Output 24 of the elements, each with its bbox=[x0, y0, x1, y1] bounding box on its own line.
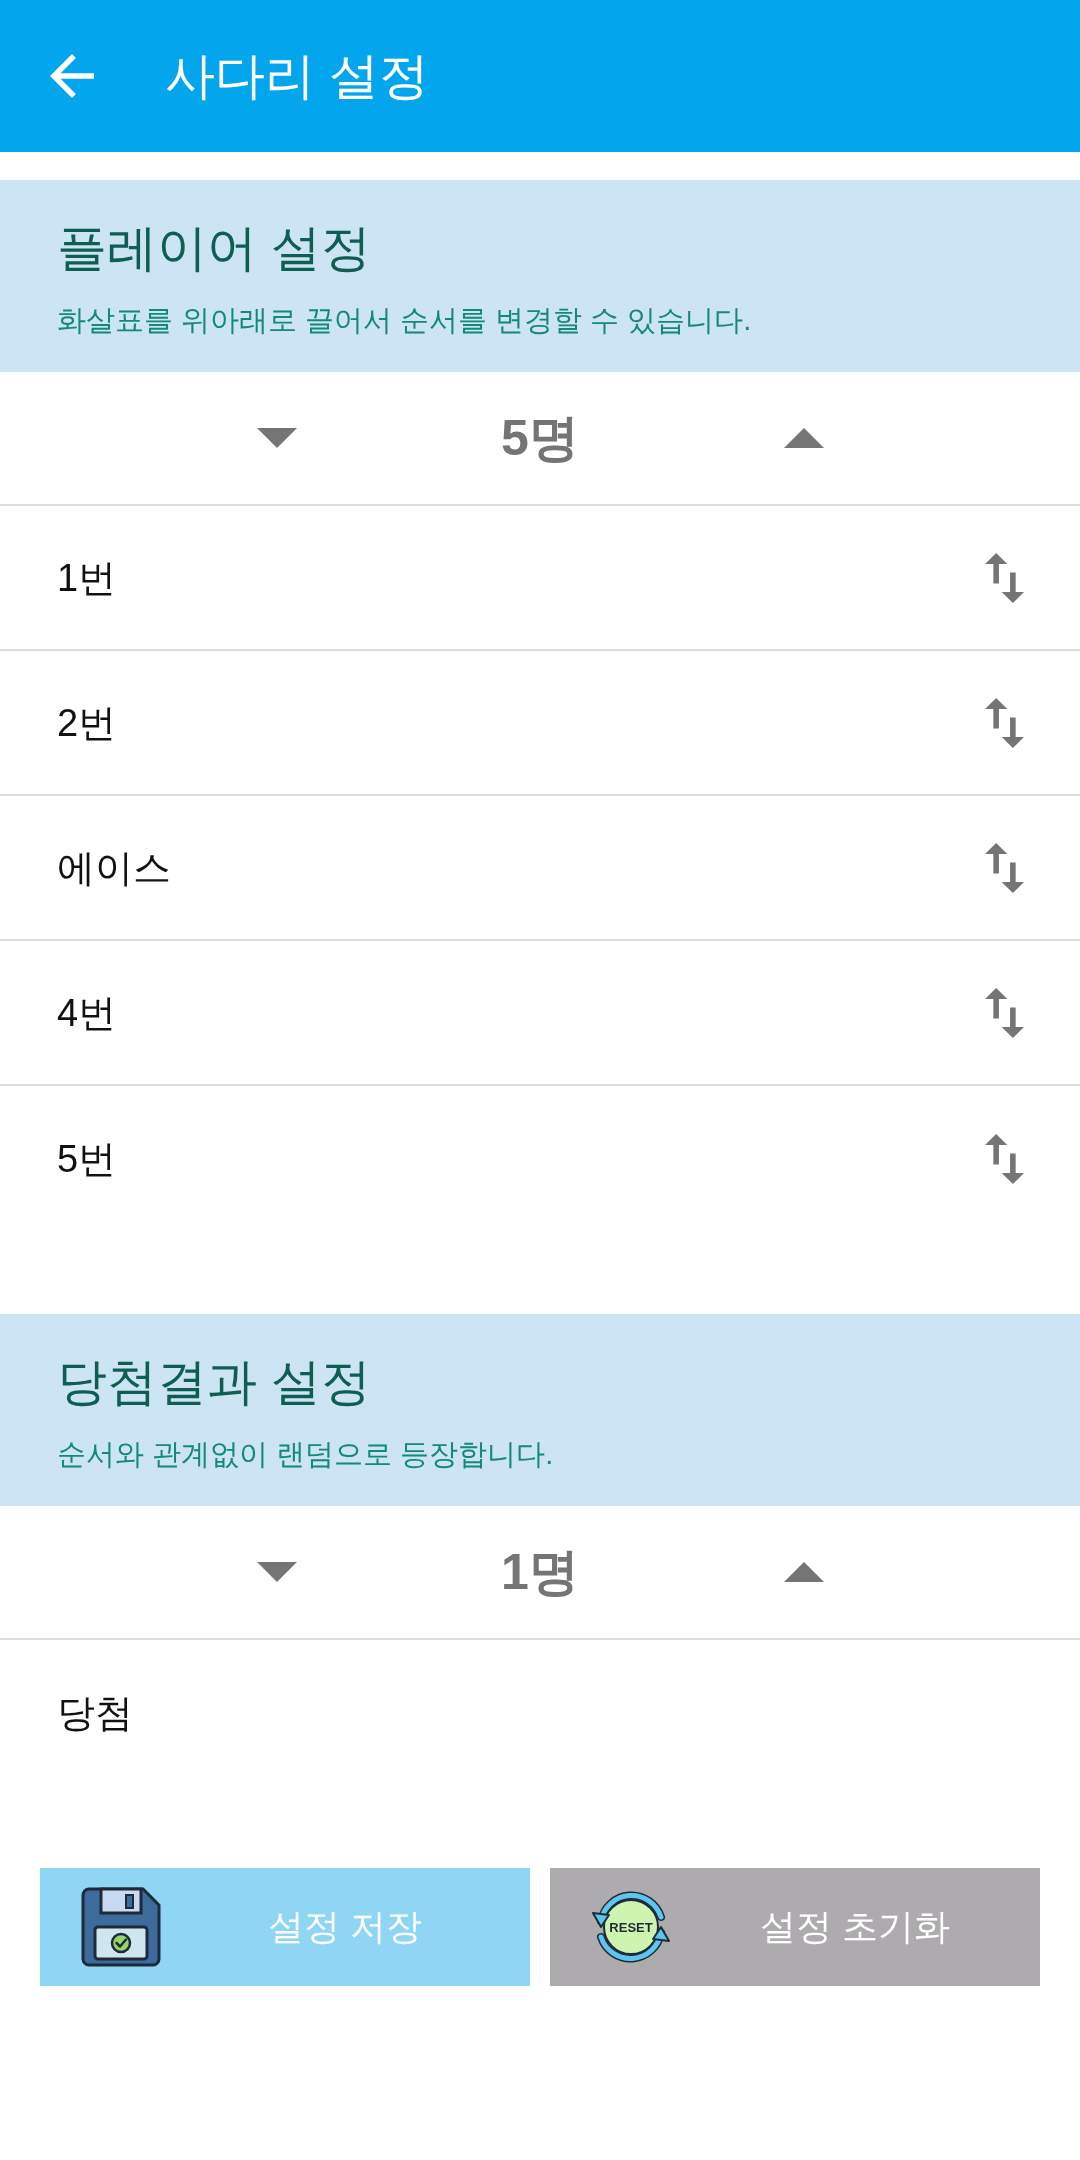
swap-vertical-icon[interactable] bbox=[985, 1132, 1024, 1185]
section-title: 플레이어 설정 bbox=[57, 219, 371, 278]
reset-settings-button[interactable]: RESET 설정 초기화 bbox=[550, 1868, 1040, 1986]
player-name[interactable]: 에이스 bbox=[57, 844, 171, 891]
triangle-down-icon[interactable] bbox=[256, 428, 297, 448]
count-value: 1명 bbox=[501, 1543, 579, 1602]
section-title: 당첨결과 설정 bbox=[57, 1353, 371, 1412]
section-description: 화살표를 위아래로 끌어서 순서를 변경할 수 있습니다. bbox=[57, 303, 752, 338]
back-arrow-icon[interactable] bbox=[50, 54, 94, 98]
player-name[interactable]: 5번 bbox=[57, 1135, 117, 1182]
player-name[interactable]: 1번 bbox=[57, 554, 117, 601]
triangle-down-icon[interactable] bbox=[256, 1562, 297, 1582]
screen-title: 사다리 설정 bbox=[165, 47, 429, 106]
swap-vertical-icon[interactable] bbox=[985, 841, 1024, 894]
prize-name[interactable]: 당첨 bbox=[57, 1689, 133, 1736]
swap-vertical-icon[interactable] bbox=[985, 551, 1024, 604]
player-name[interactable]: 2번 bbox=[57, 699, 117, 746]
count-value: 5명 bbox=[501, 409, 579, 468]
player-name[interactable]: 4번 bbox=[57, 989, 117, 1036]
triangle-up-icon[interactable] bbox=[783, 1562, 824, 1582]
swap-vertical-icon[interactable] bbox=[985, 696, 1024, 749]
triangle-up-icon[interactable] bbox=[783, 428, 824, 448]
swap-vertical-icon[interactable] bbox=[985, 986, 1024, 1039]
section-description: 순서와 관계없이 랜덤으로 등장합니다. bbox=[57, 1437, 554, 1472]
